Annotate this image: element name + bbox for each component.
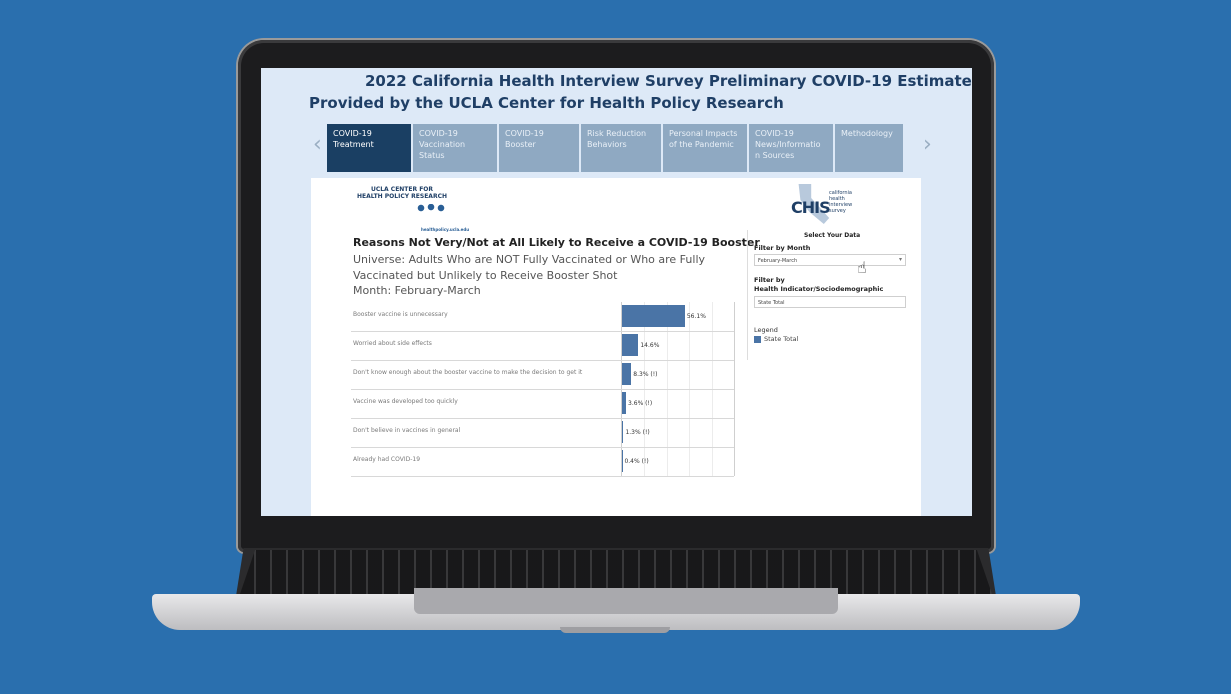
tab-label: COVID-19 Treatment <box>333 129 374 149</box>
caret-down-icon: ▾ <box>898 256 902 263</box>
filter-indicator-dropdown[interactable]: State Total <box>754 296 906 308</box>
category-label: Don't believe in vaccines in general <box>353 427 461 434</box>
tab-bar: COVID-19 Treatment COVID-19 Vaccination … <box>327 124 919 172</box>
chis-logo-mark: CHIS <box>791 198 831 217</box>
select-your-data-heading: Select Your Data <box>804 232 861 239</box>
ucla-logo-line2: HEALTH POLICY RESEARCH <box>356 193 447 200</box>
hand-cursor-icon: ☝ <box>857 258 867 277</box>
filter-indicator-label-2: Health Indicator/Sociodemographic <box>754 285 884 293</box>
dashboard-title-line1: 2022 California Health Interview Survey … <box>365 72 972 90</box>
chevron-left-icon[interactable]: ‹ <box>313 134 322 156</box>
filter-month-dropdown[interactable]: February-March ▾ <box>754 254 906 266</box>
filter-indicator-label-1: Filter by <box>754 276 785 284</box>
filter-month-label: Filter by Month <box>754 244 811 252</box>
tab-methodology[interactable]: Methodology <box>835 124 903 172</box>
tab-label: Risk Reduction Behaviors <box>587 129 647 149</box>
chart-row: Worried about side effects <box>351 331 734 361</box>
ucla-logo: UCLA CENTER FOR HEALTH POLICY RESEARCH h… <box>347 186 469 232</box>
people-icon <box>417 204 445 222</box>
category-label: Already had COVID-19 <box>353 456 421 463</box>
filter-month-value: February-March <box>758 258 798 264</box>
laptop-hinge <box>560 627 670 633</box>
filter-indicator-value: State Total <box>758 300 785 306</box>
tab-label: Methodology <box>841 129 893 138</box>
tab-vaccination-status[interactable]: COVID-19 Vaccination Status <box>413 124 497 172</box>
tab-risk-reduction[interactable]: Risk Reduction Behaviors <box>581 124 661 172</box>
bar-chart: 56.1% 14.6% 8.3% (!) 3.6% (!) 1.3% (!) 0.4% (… <box>351 302 735 477</box>
dashboard-title-line2: Provided by the UCLA Center for Health P… <box>309 94 784 112</box>
chart-row: Already had COVID-19 <box>351 447 734 477</box>
category-label: Don't know enough about the booster vacc… <box>353 369 583 376</box>
legend-label: Legend <box>754 326 778 334</box>
chart-title: Reasons Not Very/Not at All Likely to Re… <box>353 236 760 249</box>
legend-swatch <box>754 336 761 343</box>
tab-covid-treatment[interactable]: COVID-19 Treatment <box>327 124 411 172</box>
chart-row: Don't believe in vaccines in general <box>351 418 734 448</box>
tab-label: Personal Impacts of the Pandemic <box>669 129 738 149</box>
chart-row: Vaccine was developed too quickly <box>351 389 734 419</box>
chart-month: Month: February-March <box>353 284 481 297</box>
chart-universe: Universe: Adults Who are NOT Fully Vacci… <box>353 253 706 282</box>
tab-news-sources[interactable]: COVID-19 News/Informatio n Sources <box>749 124 833 172</box>
laptop-screen: 2022 California Health Interview Survey … <box>261 68 972 516</box>
dashboard-content: UCLA CENTER FOR HEALTH POLICY RESEARCH h… <box>311 178 921 516</box>
tab-covid-booster[interactable]: COVID-19 Booster <box>499 124 579 172</box>
chis-logo-sub: california health interview survey <box>829 190 853 214</box>
category-label: Booster vaccine is unnecessary <box>353 311 448 318</box>
trackpad <box>414 588 838 614</box>
tab-label: COVID-19 Vaccination Status <box>419 129 466 160</box>
tab-personal-impacts[interactable]: Personal Impacts of the Pandemic <box>663 124 747 172</box>
chart-row: Booster vaccine is unnecessary <box>351 302 734 332</box>
chis-logo: CHIS california health interview survey <box>787 184 867 226</box>
filter-panel: Select Your Data Filter by Month Februar… <box>747 230 918 360</box>
chevron-right-icon[interactable]: › <box>923 134 932 156</box>
tab-label: COVID-19 News/Informatio n Sources <box>755 129 821 160</box>
ucla-logo-line1: UCLA CENTER FOR <box>370 186 434 193</box>
ucla-logo-url: healthpolicy.ucla.edu <box>421 227 470 232</box>
chart-row: Don't know enough about the booster vacc… <box>351 360 734 390</box>
category-label: Worried about side effects <box>353 340 432 347</box>
tab-label: COVID-19 Booster <box>505 129 544 149</box>
category-label: Vaccine was developed too quickly <box>353 398 458 405</box>
legend-item: State Total <box>764 335 799 343</box>
